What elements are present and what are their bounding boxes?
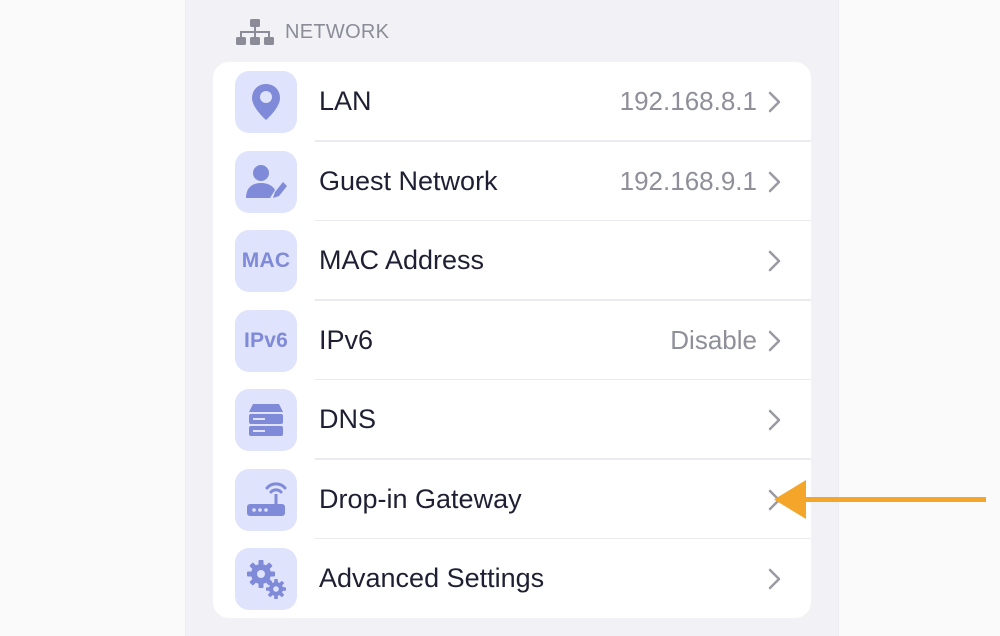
list-item-value: 192.168.8.1 [619,86,757,116]
list-item-guest-network[interactable]: Guest Network 192.168.9.1 [213,142,811,221]
list-item-value: 192.168.9.1 [619,165,757,196]
server-stack-icon [235,389,297,451]
list-item-label: Guest Network [319,165,498,196]
chevron-right-icon [768,171,781,192]
chevron-right-icon [768,91,781,113]
network-settings-list: LAN 192.168.8.1 Guest Network 192.168.9.… [213,62,811,618]
list-item-lan[interactable]: LAN 192.168.8.1 [213,62,811,142]
list-item-ipv6[interactable]: IPv6 IPv6 Disable [213,301,811,380]
user-edit-icon [235,150,297,213]
list-item-label: LAN [319,86,372,116]
list-item-value: Disable [670,324,757,355]
mac-text-icon: MAC [235,230,297,292]
section-title: NETWORK [285,20,390,43]
chevron-right-icon [768,409,781,431]
list-item-label: MAC Address [319,245,485,275]
list-item-label: Drop-in Gateway [319,483,522,514]
list-item-label: DNS [319,404,377,434]
chevron-right-icon [768,250,781,272]
network-topology-icon [235,17,275,47]
ipv6-text-icon: IPv6 [235,309,297,372]
annotation-arrow-icon [774,480,986,519]
list-item-dns[interactable]: DNS [213,380,811,460]
icon-text: MAC [241,249,291,272]
location-pin-icon [235,71,297,133]
list-item-label: IPv6 [319,324,374,355]
list-item-mac-address[interactable]: MAC MAC Address [213,221,811,301]
chevron-right-icon [768,330,781,351]
list-item-drop-in-gateway[interactable]: Drop-in Gateway [213,460,811,539]
list-item-advanced-settings[interactable]: Advanced Settings [213,539,811,618]
icon-text: IPv6 [244,328,288,352]
router-wifi-icon [235,468,297,531]
chevron-right-icon [768,568,781,590]
section-header: NETWORK [235,14,389,50]
list-item-label: Advanced Settings [319,563,545,593]
gears-icon [235,548,297,610]
